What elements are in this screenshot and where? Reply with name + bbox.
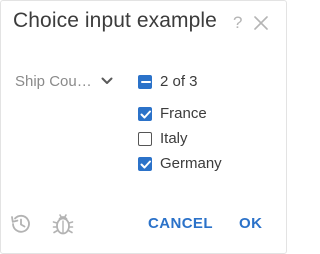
- history-icon[interactable]: [9, 212, 33, 241]
- ship-country-select[interactable]: Ship Cou…: [15, 71, 115, 91]
- dialog-title: Choice input example: [13, 9, 217, 32]
- selection-summary: 2 of 3: [160, 73, 198, 90]
- bug-icon[interactable]: [51, 211, 75, 242]
- ok-button[interactable]: OK: [239, 215, 262, 232]
- close-icon[interactable]: [253, 15, 269, 31]
- checkbox-italy[interactable]: [138, 131, 152, 146]
- choice-label-italy: Italy: [160, 130, 188, 147]
- chevron-down-icon: [101, 77, 113, 84]
- field-label: Ship Cou…: [15, 72, 92, 90]
- help-icon[interactable]: ?: [233, 13, 242, 33]
- select-all-checkbox[interactable]: [138, 74, 152, 89]
- choice-row-germany[interactable]: Germany: [138, 155, 222, 172]
- choice-label-germany: Germany: [160, 155, 222, 172]
- select-all-checkbox-row[interactable]: 2 of 3: [138, 73, 198, 90]
- choice-row-italy[interactable]: Italy: [138, 130, 188, 147]
- choice-dialog: Choice input example ? Ship Cou… 2 of 3 …: [0, 0, 287, 254]
- choice-row-france[interactable]: France: [138, 105, 207, 122]
- cancel-button[interactable]: CANCEL: [148, 215, 213, 232]
- choice-label-france: France: [160, 105, 207, 122]
- checkbox-france[interactable]: [138, 106, 152, 121]
- checkbox-germany[interactable]: [138, 156, 152, 171]
